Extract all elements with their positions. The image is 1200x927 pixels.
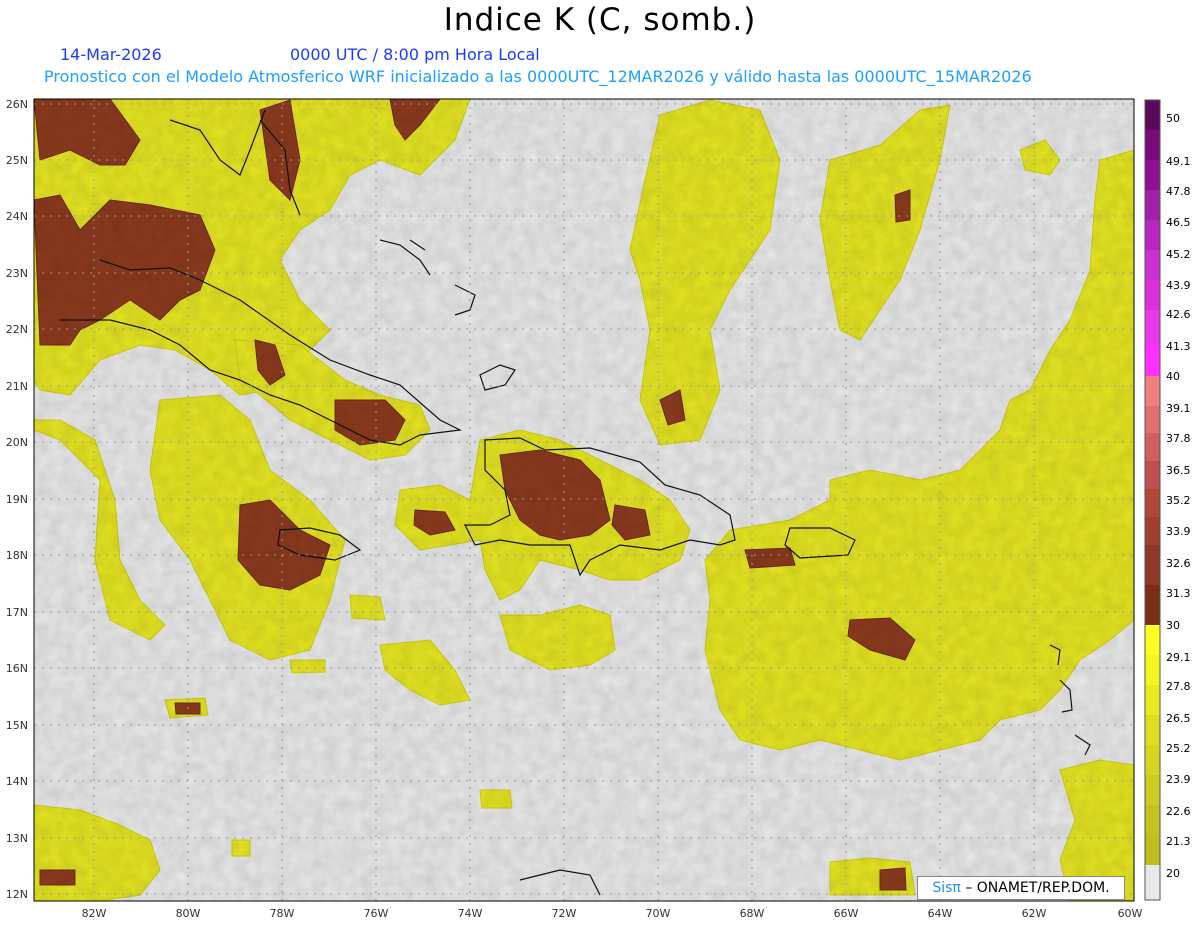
- legend-band-20-30: [1145, 625, 1160, 655]
- lon-label: 78W: [270, 907, 295, 920]
- credit-brand: Sisπ: [932, 880, 961, 896]
- credit-box: Sisπ – ONAMET/REP.DOM.: [917, 876, 1125, 900]
- lat-label: 20N: [6, 436, 28, 449]
- credit-text: – ONAMET/REP.DOM.: [965, 880, 1110, 896]
- legend-label: 47.8: [1166, 185, 1191, 198]
- lon-label: 68W: [740, 907, 765, 920]
- lat-label: 12N: [6, 888, 28, 901]
- legend-label: 46.5: [1166, 216, 1191, 229]
- lat-label: 24N: [6, 210, 28, 223]
- lon-label: 70W: [646, 907, 671, 920]
- legend-label: 45.2: [1166, 248, 1191, 261]
- lat-label: 21N: [6, 380, 28, 393]
- lon-label: 60W: [1118, 907, 1143, 920]
- legend-label: 23.9: [1166, 773, 1191, 786]
- lon-label: 66W: [834, 907, 859, 920]
- lat-label: 25N: [6, 154, 28, 167]
- longitude-labels: 82W 80W 78W 76W 74W 72W 70W 68W 66W 64W …: [82, 907, 1143, 920]
- legend-label: 31.3: [1166, 587, 1191, 600]
- lon-label: 82W: [82, 907, 107, 920]
- legend-label: 50: [1166, 112, 1180, 125]
- legend-label: 30: [1166, 619, 1180, 632]
- lon-label: 72W: [552, 907, 577, 920]
- legend-label: 22.6: [1166, 805, 1191, 818]
- legend-label: 29.1: [1166, 651, 1191, 664]
- legend-label: 42.6: [1166, 308, 1191, 321]
- lat-label: 16N: [6, 662, 28, 675]
- legend-band-30-40: [1145, 376, 1160, 406]
- latitude-labels: 26N 25N 24N 23N 22N 21N 20N 19N 18N 17N …: [6, 98, 28, 901]
- lon-label: 76W: [364, 907, 389, 920]
- texture-overlay: [34, 99, 1134, 901]
- legend-label: 33.9: [1166, 525, 1191, 538]
- lon-label: 62W: [1022, 907, 1047, 920]
- lat-label: 17N: [6, 606, 28, 619]
- legend-label: 21.3: [1166, 835, 1191, 848]
- lat-label: 19N: [6, 493, 28, 506]
- lat-label: 23N: [6, 267, 28, 280]
- legend-label: 26.5: [1166, 712, 1191, 725]
- lon-label: 64W: [928, 907, 953, 920]
- lon-label: 80W: [176, 907, 201, 920]
- lat-label: 15N: [6, 719, 28, 732]
- legend-label: 27.8: [1166, 680, 1191, 693]
- lat-label: 18N: [6, 549, 28, 562]
- legend-label: 25.2: [1166, 742, 1191, 755]
- legend-label: 36.5: [1166, 464, 1191, 477]
- legend-label: 39.1: [1166, 402, 1191, 415]
- legend-label: 41.3: [1166, 340, 1191, 353]
- lat-label: 26N: [6, 98, 28, 111]
- k-index-map: 26N 25N 24N 23N 22N 21N 20N 19N 18N 17N …: [6, 98, 1191, 920]
- legend-label: 40: [1166, 370, 1180, 383]
- legend-labels: 50 49.1 47.8 46.5 45.2 43.9 42.6 41.3 40…: [1166, 112, 1191, 880]
- legend-label: 32.6: [1166, 557, 1191, 570]
- legend-label: 20: [1166, 867, 1180, 880]
- lat-label: 14N: [6, 775, 28, 788]
- legend-label: 43.9: [1166, 279, 1191, 292]
- lon-label: 74W: [458, 907, 483, 920]
- lat-label: 22N: [6, 323, 28, 336]
- legend-label: 35.2: [1166, 494, 1191, 507]
- color-scale-legend: [1144, 99, 1161, 901]
- legend-label: 49.1: [1166, 155, 1191, 168]
- lat-label: 13N: [6, 832, 28, 845]
- legend-label: 37.8: [1166, 432, 1191, 445]
